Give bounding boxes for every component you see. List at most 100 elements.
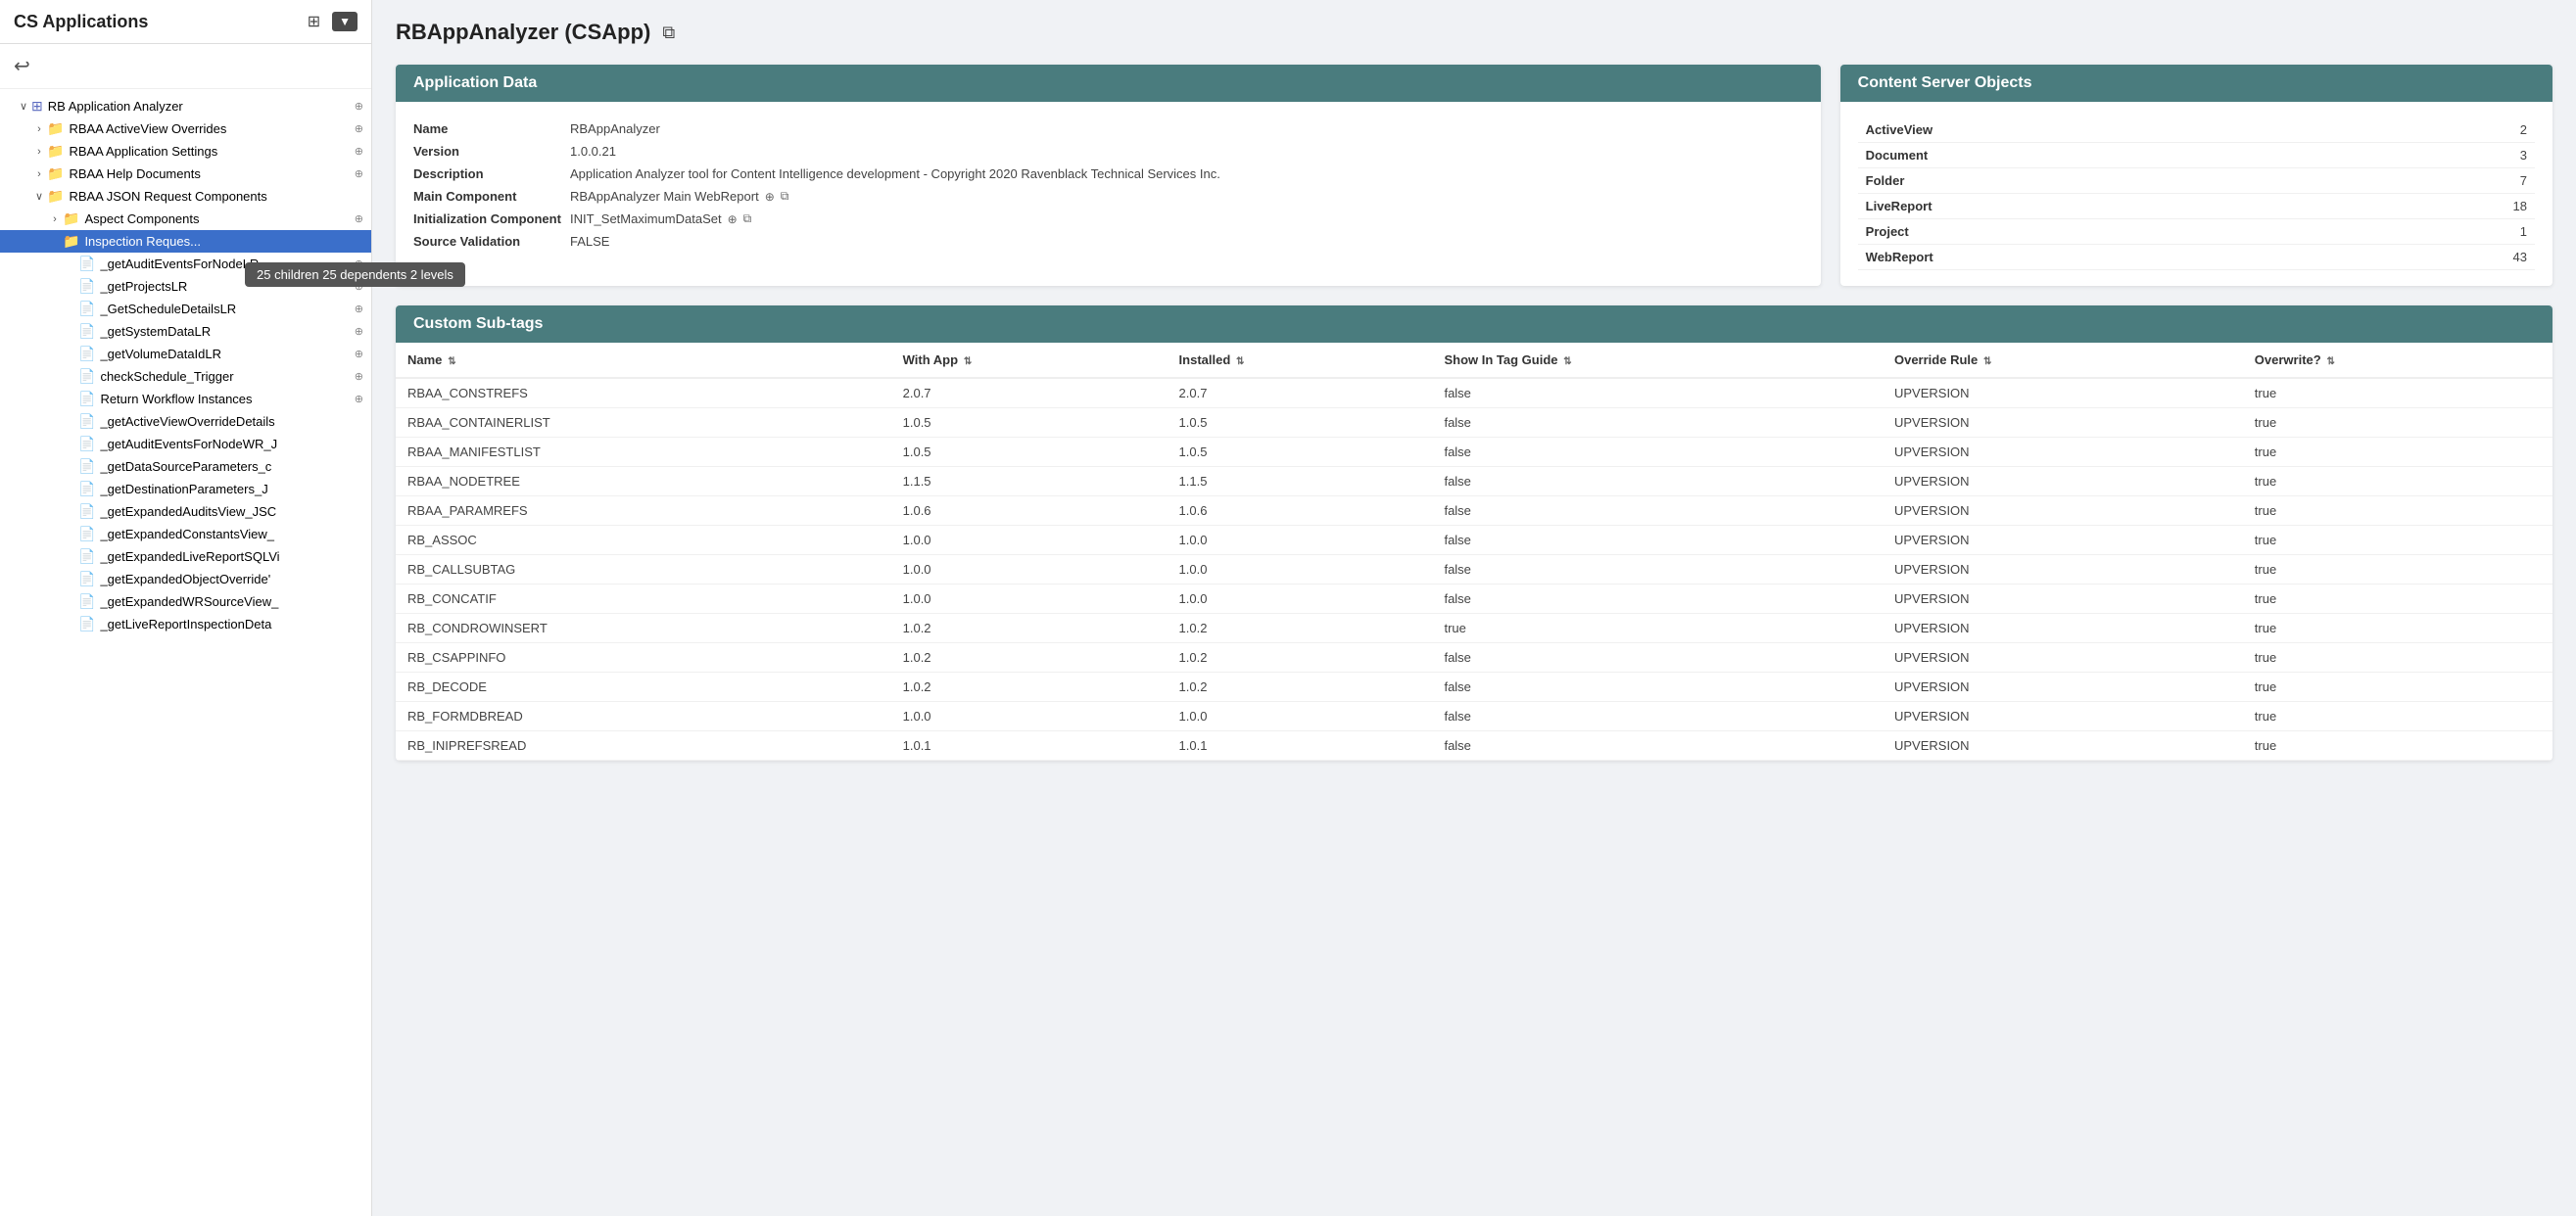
sidebar-header: CS Applications ⊞ ▼: [0, 0, 371, 44]
subtags-column-header[interactable]: Show In Tag Guide ⇅: [1432, 343, 1883, 378]
cs-object-label: ActiveView: [1858, 117, 2357, 143]
subtag-name: RB_FORMDBREAD: [396, 702, 891, 731]
cs-object-label: Folder: [1858, 168, 2357, 194]
sort-icon: ⇅: [2324, 356, 2335, 367]
cs-objects-card: Content Server Objects ActiveView2Docume…: [1840, 65, 2552, 286]
pin-icon[interactable]: ⊕: [355, 145, 363, 158]
tree-label: _getLiveReportInspectionDeta: [100, 617, 363, 631]
subtag-override_rule: UPVERSION: [1883, 731, 2243, 761]
tree-expander[interactable]: ›: [31, 123, 47, 135]
pin-icon[interactable]: ⊕: [355, 212, 363, 225]
sidebar-item-getScheduleDetailsLR[interactable]: 📄_GetScheduleDetailsLR⊕: [0, 298, 371, 320]
field-label: Description: [413, 163, 570, 185]
subtag-overwrite: true: [2243, 585, 2552, 614]
sidebar-item-rbaa-json-req[interactable]: ∨📁RBAA JSON Request Components: [0, 185, 371, 208]
sidebar-item-getVolumeDataIdLR[interactable]: 📄_getVolumeDataIdLR⊕: [0, 343, 371, 365]
pin-icon[interactable]: ⊕: [355, 100, 363, 113]
tree-expander[interactable]: ∨: [16, 100, 31, 113]
tree-label: RBAA Application Settings: [69, 144, 350, 159]
subtags-column-header[interactable]: With App ⇅: [891, 343, 1168, 378]
subtag-installed: 1.0.0: [1168, 555, 1433, 585]
external-link-icon[interactable]: ⧉: [781, 189, 789, 204]
pin-icon[interactable]: ⊕: [355, 167, 363, 180]
sidebar-item-getExpandedAudits[interactable]: 📄_getExpandedAuditsView_JSC: [0, 500, 371, 523]
sidebar-item-checkScheduleTrigger[interactable]: 📄checkSchedule_Trigger⊕: [0, 365, 371, 388]
tree-label: RBAA ActiveView Overrides: [69, 121, 350, 136]
field-value-with-icons: INIT_SetMaximumDataSet ⊕ ⧉: [570, 211, 751, 226]
pin-icon[interactable]: ⊕: [765, 190, 775, 204]
subtag-override_rule: UPVERSION: [1883, 555, 2243, 585]
cs-object-label: Project: [1858, 219, 2357, 245]
tree-label: Return Workflow Instances: [100, 392, 350, 406]
tree-expander[interactable]: ›: [47, 213, 63, 225]
tree-icon: 📁: [63, 233, 79, 250]
table-row: RB_ASSOC1.0.01.0.0falseUPVERSIONtrue: [396, 526, 2552, 555]
cs-object-label: Document: [1858, 143, 2357, 168]
subtags-column-header[interactable]: Overwrite? ⇅: [2243, 343, 2552, 378]
sidebar-item-getExpandedConstants[interactable]: 📄_getExpandedConstantsView_: [0, 523, 371, 545]
sidebar-item-getSystemDataLR[interactable]: 📄_getSystemDataLR⊕: [0, 320, 371, 343]
back-icon[interactable]: ↩: [14, 56, 30, 77]
sidebar-item-rbaa-app-settings[interactable]: ›📁 RBAA Application Settings ⊕: [0, 140, 371, 163]
table-row: RB_CONCATIF1.0.01.0.0falseUPVERSIONtrue: [396, 585, 2552, 614]
sidebar-item-rbaa-activeview[interactable]: ›📁RBAA ActiveView Overrides⊕: [0, 117, 371, 140]
sidebar-tree: ∨⊞RB Application Analyzer⊕›📁RBAA ActiveV…: [0, 89, 371, 1216]
tree-icon: 📄: [78, 548, 95, 565]
pin-icon[interactable]: ⊕: [355, 122, 363, 135]
pin-icon[interactable]: ⊕: [355, 370, 363, 383]
sidebar-header-actions: ⊞ ▼: [304, 10, 358, 33]
pin-icon[interactable]: ⊕: [355, 348, 363, 360]
tree-expander[interactable]: ∨: [31, 190, 47, 203]
sidebar-item-getExpandedObjectOverride[interactable]: 📄_getExpandedObjectOverride': [0, 568, 371, 590]
sidebar-item-returnWorkflow[interactable]: 📄Return Workflow Instances⊕: [0, 388, 371, 410]
sidebar-item-getDataSourceParams[interactable]: 📄_getDataSourceParameters_c: [0, 455, 371, 478]
table-row: RB_CSAPPINFO1.0.21.0.2falseUPVERSIONtrue: [396, 643, 2552, 673]
sidebar-item-getExpandedWRSource[interactable]: 📄_getExpandedWRSourceView_: [0, 590, 371, 613]
tree-label: _getVolumeDataIdLR: [100, 347, 350, 361]
subtag-overwrite: true: [2243, 526, 2552, 555]
pin-icon[interactable]: ⊕: [355, 325, 363, 338]
subtags-column-header[interactable]: Override Rule ⇅: [1883, 343, 2243, 378]
subtag-with_app: 1.0.2: [891, 673, 1168, 702]
sidebar-item-getAuditEventsWR[interactable]: 📄_getAuditEventsForNodeWR_J: [0, 433, 371, 455]
sidebar-item-getActiveViewOverride[interactable]: 📄_getActiveViewOverrideDetails: [0, 410, 371, 433]
field-value: FALSE: [570, 230, 1803, 253]
table-row: RBAA_CONSTREFS2.0.72.0.7falseUPVERSIONtr…: [396, 378, 2552, 408]
tree-label: _getActiveViewOverrideDetails: [100, 414, 363, 429]
subtag-show_in_tag_guide: false: [1432, 673, 1883, 702]
subtag-overwrite: true: [2243, 673, 2552, 702]
network-icon[interactable]: ⊞: [304, 10, 324, 33]
tree-label: _getAuditEventsForNodeWR_J: [100, 437, 363, 451]
field-value: 1.0.0.21: [570, 140, 1803, 163]
pin-icon[interactable]: ⊕: [728, 212, 738, 226]
external-link-icon[interactable]: ⧉: [662, 23, 675, 43]
tree-label: Aspect Components: [84, 211, 350, 226]
sidebar-item-getExpandedLiveReport[interactable]: 📄_getExpandedLiveReportSQLVi: [0, 545, 371, 568]
pin-icon[interactable]: ⊕: [355, 303, 363, 315]
sidebar-item-rbaa-help-docs[interactable]: ›📁RBAA Help Documents⊕: [0, 163, 371, 185]
subtag-override_rule: UPVERSION: [1883, 643, 2243, 673]
sidebar-item-rb-app-analyzer[interactable]: ∨⊞RB Application Analyzer⊕: [0, 95, 371, 117]
subtag-installed: 1.0.2: [1168, 614, 1433, 643]
subtag-overwrite: true: [2243, 467, 2552, 496]
sidebar-item-getDestinationParams[interactable]: 📄_getDestinationParameters_J: [0, 478, 371, 500]
subtag-with_app: 1.0.2: [891, 614, 1168, 643]
table-row: RB_CONDROWINSERT1.0.21.0.2trueUPVERSIONt…: [396, 614, 2552, 643]
subtag-installed: 1.0.5: [1168, 438, 1433, 467]
tree-expander[interactable]: ›: [31, 168, 47, 180]
subtag-installed: 2.0.7: [1168, 378, 1433, 408]
tree-expander[interactable]: ›: [31, 146, 47, 158]
dropdown-button[interactable]: ▼: [332, 12, 358, 31]
tree-icon: 📁: [47, 143, 64, 160]
tree-label: _getExpandedWRSourceView_: [100, 594, 363, 609]
subtag-name: RBAA_CONTAINERLIST: [396, 408, 891, 438]
external-link-icon[interactable]: ⧉: [743, 211, 752, 226]
field-value: RBAppAnalyzer Main WebReport ⊕ ⧉: [570, 185, 1803, 208]
pin-icon[interactable]: ⊕: [355, 393, 363, 405]
sidebar-item-inspection-reques[interactable]: 📁Inspection Reques...: [0, 230, 371, 253]
sidebar-item-aspect-components[interactable]: ›📁Aspect Components⊕: [0, 208, 371, 230]
subtags-column-header[interactable]: Name ⇅: [396, 343, 891, 378]
sidebar-item-getLiveReportInspection[interactable]: 📄_getLiveReportInspectionDeta: [0, 613, 371, 635]
cs-object-value: 1: [2357, 219, 2535, 245]
subtags-column-header[interactable]: Installed ⇅: [1168, 343, 1433, 378]
